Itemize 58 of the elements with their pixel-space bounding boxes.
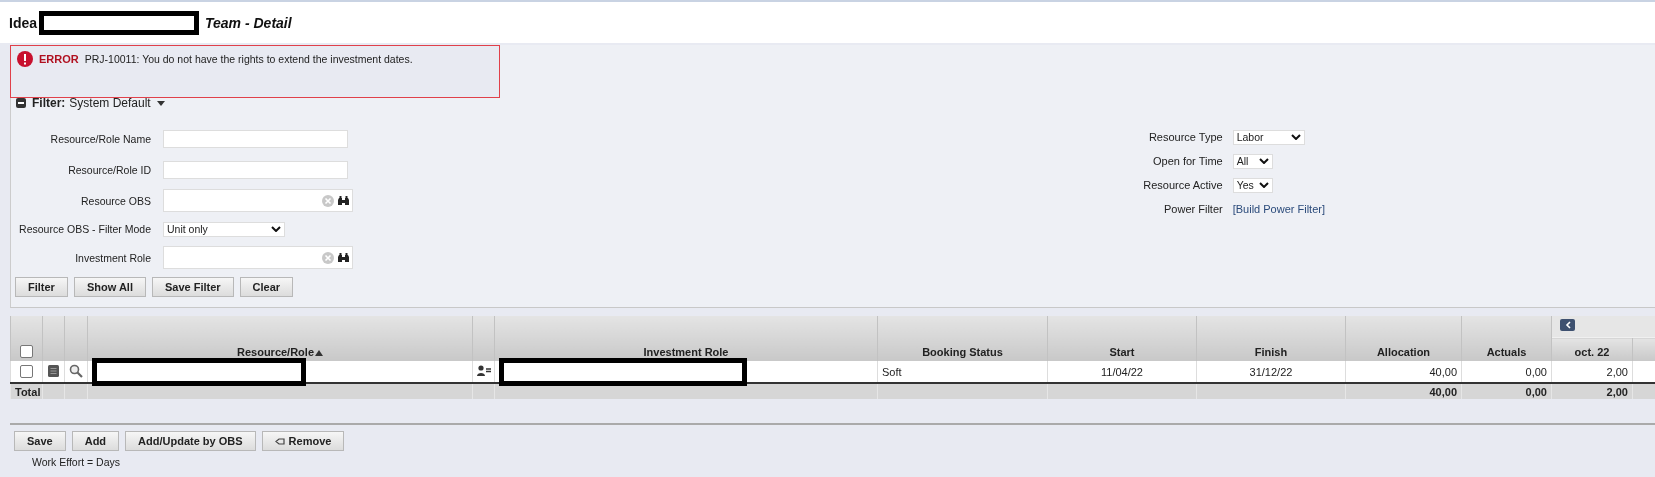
binoculars-icon[interactable] <box>338 195 349 206</box>
field-label: Resource OBS - Filter Mode <box>18 222 151 236</box>
lookup-field[interactable] <box>163 189 353 212</box>
dropdown[interactable]: All <box>1232 153 1273 169</box>
footer-note: Work Effort = Days <box>31 455 121 468</box>
action-button[interactable]: Add/Update by OBS <box>125 431 256 451</box>
remove-button[interactable]: Remove <box>261 431 345 451</box>
filter-name[interactable]: System Default <box>69 96 151 110</box>
column-header[interactable]: Booking Status <box>877 316 1048 361</box>
input-field[interactable] <box>163 129 348 148</box>
filter-button[interactable]: Clear <box>239 277 294 297</box>
previous-period-button[interactable] <box>1560 319 1575 331</box>
chevron-down-icon[interactable] <box>1290 134 1301 140</box>
column-header[interactable]: Finish <box>1196 316 1346 361</box>
column-header[interactable]: Investment Role <box>494 316 878 361</box>
action-button[interactable]: Save <box>14 431 66 451</box>
person-list-icon[interactable] <box>477 365 491 376</box>
field-label: Investment Role <box>74 250 151 265</box>
select-all-checkbox[interactable] <box>20 345 33 358</box>
link[interactable]: [Build Power Filter] <box>1232 203 1325 215</box>
field-label: Resource/Role Name <box>49 131 151 146</box>
field-label: Resource/Role ID <box>67 162 151 177</box>
action-button[interactable]: Add <box>71 431 120 451</box>
chevron-left-icon[interactable] <box>1564 321 1571 329</box>
dropdown[interactable]: Labor <box>1232 129 1305 145</box>
dropdown[interactable]: Yes <box>1232 177 1273 193</box>
search-icon[interactable] <box>69 363 83 378</box>
column-header[interactable]: Start <box>1047 316 1197 361</box>
filter-title: Filter: <box>32 96 66 110</box>
page-title: Team - Detail <box>205 14 292 31</box>
error-label: ERROR <box>39 52 79 67</box>
filter-button[interactable]: Filter <box>15 277 68 297</box>
column-header[interactable]: Actuals <box>1461 316 1552 361</box>
filter-button[interactable]: Show All <box>73 277 146 297</box>
chevron-down-icon[interactable] <box>271 226 281 232</box>
filter-button[interactable]: Save Filter <box>151 277 234 297</box>
field-label: Resource Active <box>1142 179 1223 191</box>
field-label: Resource Type <box>1147 131 1223 143</box>
column-header[interactable]: Resource/Role <box>87 316 473 361</box>
chevron-down-icon[interactable] <box>1258 182 1269 188</box>
chevron-down-icon[interactable] <box>1258 158 1269 164</box>
column-header[interactable]: Allocation <box>1345 316 1462 361</box>
dropdown[interactable]: Unit only <box>163 221 285 237</box>
field-label: Resource OBS <box>79 193 151 208</box>
collapse-icon[interactable] <box>16 98 26 108</box>
lookup-field[interactable] <box>163 246 353 269</box>
field-label: Power Filter <box>1163 203 1223 215</box>
notes-icon[interactable] <box>48 364 59 377</box>
binoculars-icon[interactable] <box>338 252 349 263</box>
page-title: Idea <box>9 14 37 31</box>
tag-icon[interactable] <box>274 437 285 445</box>
row-checkbox[interactable] <box>20 365 33 379</box>
column-header[interactable]: oct. 22 <box>1551 337 1633 361</box>
input-field[interactable] <box>163 160 348 179</box>
dropdown-icon[interactable] <box>156 100 165 106</box>
field-label: Open for Time <box>1152 155 1223 167</box>
error-icon <box>17 51 33 67</box>
error-text: PRJ-10011: You do not have the rights to extend the investment dates. <box>84 52 413 67</box>
